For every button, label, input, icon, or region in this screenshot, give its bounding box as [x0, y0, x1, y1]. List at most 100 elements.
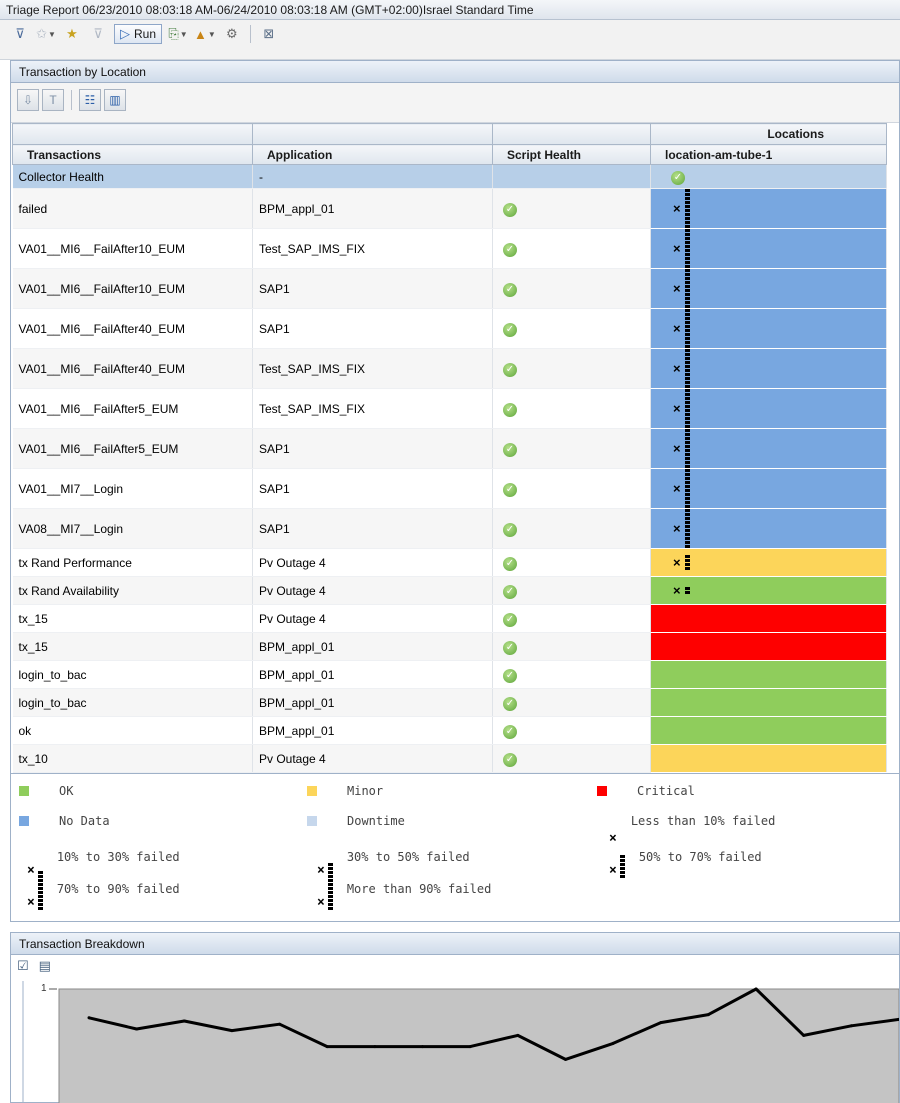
transaction-name[interactable]: VA08__MI7__Login	[12, 508, 253, 549]
table-row[interactable]: tx_15 Pv Outage 4 ✓	[12, 604, 887, 633]
run-button[interactable]: ▷ Run	[114, 24, 163, 44]
application-name: Test_SAP_IMS_FIX	[252, 388, 493, 429]
column-header-location[interactable]: location-am-tube-1	[650, 144, 887, 165]
legend-70-90: × 70% to 90% failed	[27, 879, 180, 910]
transaction-name[interactable]: tx_15	[12, 632, 253, 661]
location-status-cell[interactable]: ×	[650, 548, 887, 577]
legend-swatch-downtime	[307, 816, 317, 826]
failed-x-icon: ×	[673, 241, 681, 256]
application-name: Pv Outage 4	[252, 744, 493, 773]
text-icon[interactable]: T	[42, 89, 64, 111]
script-health-cell: ✓	[492, 508, 651, 549]
table-row[interactable]: VA01__MI7__Login SAP1 ✓ ×	[12, 468, 887, 509]
settings-icon[interactable]: ⚙	[222, 24, 242, 44]
location-status-cell[interactable]	[650, 716, 887, 745]
table-row[interactable]: VA01__MI6__FailAfter10_EUM Test_SAP_IMS_F…	[12, 228, 887, 269]
filter-icon[interactable]: ⊽	[88, 24, 108, 44]
table-row[interactable]: VA01__MI6__FailAfter40_EUM SAP1 ✓ ×	[12, 308, 887, 349]
column-header-transactions[interactable]: Transactions	[12, 144, 253, 165]
transaction-name[interactable]: tx Rand Performance	[12, 548, 253, 577]
location-status-cell[interactable]: ×	[650, 508, 887, 549]
window-title: Triage Report 06/23/2010 08:03:18 AM-06/…	[0, 0, 900, 20]
edit-chart-icon[interactable]: ☑	[17, 958, 29, 976]
collector-health-row[interactable]: Collector Health - ✓	[12, 164, 887, 189]
table-row[interactable]: VA01__MI6__FailAfter5_EUM SAP1 ✓ ×	[12, 428, 887, 469]
table-row[interactable]: tx Rand Availability Pv Outage 4 ✓ ×	[12, 576, 887, 605]
add-favorite-icon[interactable]: ★	[62, 24, 82, 44]
alerts-icon[interactable]: ▲ ▼	[194, 24, 216, 44]
data-point	[373, 1045, 377, 1049]
favorites-icon[interactable]: ✩ ▼	[36, 24, 56, 44]
table-row[interactable]: failed BPM_appl_01 ✓ ×	[12, 188, 887, 229]
table-row[interactable]: VA01__MI6__FailAfter10_EUM SAP1 ✓ ×	[12, 268, 887, 309]
transaction-name[interactable]: VA01__MI7__Login	[12, 468, 253, 509]
transaction-name[interactable]: VA01__MI6__FailAfter40_EUM	[12, 308, 253, 349]
transaction-name[interactable]: tx Rand Availability	[12, 576, 253, 605]
location-status-cell[interactable]	[650, 632, 887, 661]
location-status-cell[interactable]: ×	[650, 188, 887, 229]
transaction-name[interactable]: failed	[12, 188, 253, 229]
legend-label: 50% to 70% failed	[638, 850, 762, 864]
filter-clear-icon[interactable]: ⊽	[10, 24, 30, 44]
location-status-cell[interactable]: ×	[650, 348, 887, 389]
application-name: Test_SAP_IMS_FIX	[252, 348, 493, 389]
check-icon: ✓	[503, 362, 517, 377]
panel-toolbar-separator	[71, 90, 72, 110]
location-status-cell[interactable]: ×	[650, 428, 887, 469]
transaction-name[interactable]: VA01__MI6__FailAfter40_EUM	[12, 348, 253, 389]
location-status-cell[interactable]	[650, 688, 887, 717]
location-status-cell[interactable]: ×	[650, 468, 887, 509]
export-icon[interactable]: ⎘ ▼	[168, 24, 188, 44]
header-spacer	[252, 123, 493, 145]
chart-settings-icon[interactable]: ▤	[39, 958, 51, 976]
table-row[interactable]: VA01__MI6__FailAfter40_EUM Test_SAP_IMS_F…	[12, 348, 887, 389]
table-row[interactable]: tx Rand Performance Pv Outage 4 ✓ ×	[12, 548, 887, 577]
location-status-cell[interactable]	[650, 744, 887, 773]
check-icon: ✓	[503, 322, 517, 337]
failed-bars-icon	[684, 555, 690, 570]
legend-nodata: No Data	[19, 814, 110, 828]
panel-title: Transaction Breakdown	[11, 933, 899, 955]
table-row[interactable]: login_to_bac BPM_appl_01 ✓	[12, 660, 887, 689]
transaction-name[interactable]: login_to_bac	[12, 660, 253, 689]
table-row[interactable]: VA08__MI7__Login SAP1 ✓ ×	[12, 508, 887, 549]
y-tick-label: 1	[41, 983, 47, 994]
table-row[interactable]: login_to_bac BPM_appl_01 ✓	[12, 688, 887, 717]
transaction-by-location-panel: Transaction by Location ⇩ T ☷ ▥ Location…	[10, 60, 900, 922]
location-status-cell[interactable]: ×	[650, 268, 887, 309]
application-name: Pv Outage 4	[252, 604, 493, 633]
location-status-cell[interactable]	[650, 604, 887, 633]
legend-icon[interactable]: ☷	[79, 89, 101, 111]
script-health-cell: ✓	[492, 660, 651, 689]
script-health-cell: ✓	[492, 688, 651, 717]
drill-down-icon[interactable]: ⇩	[17, 89, 39, 111]
clear-filter-icon[interactable]: ⊠	[259, 24, 279, 44]
application-name: BPM_appl_01	[252, 660, 493, 689]
script-health-cell: ✓	[492, 632, 651, 661]
transaction-name[interactable]: tx_10	[12, 744, 253, 773]
location-status-cell[interactable]: ×	[650, 228, 887, 269]
toolbar-separator	[249, 25, 251, 43]
script-health-cell: ✓	[492, 348, 651, 389]
transaction-name[interactable]: VA01__MI6__FailAfter10_EUM	[12, 228, 253, 269]
column-chooser-icon[interactable]: ▥	[104, 89, 126, 111]
transaction-name[interactable]: VA01__MI6__FailAfter5_EUM	[12, 428, 253, 469]
transaction-name[interactable]: VA01__MI6__FailAfter5_EUM	[12, 388, 253, 429]
location-status-cell[interactable]: ×	[650, 308, 887, 349]
application-name: SAP1	[252, 428, 493, 469]
transaction-name[interactable]: login_to_bac	[12, 688, 253, 717]
table-row[interactable]: VA01__MI6__FailAfter5_EUM Test_SAP_IMS_FI…	[12, 388, 887, 429]
table-row[interactable]: ok BPM_appl_01 ✓	[12, 716, 887, 745]
transaction-name[interactable]: tx_15	[12, 604, 253, 633]
location-status-cell[interactable]: ×	[650, 388, 887, 429]
location-status-cell[interactable]	[650, 660, 887, 689]
table-row[interactable]: tx_10 Pv Outage 4 ✓	[12, 744, 887, 773]
table-row[interactable]: tx_15 BPM_appl_01 ✓	[12, 632, 887, 661]
transaction-name[interactable]: VA01__MI6__FailAfter10_EUM	[12, 268, 253, 309]
location-status-cell[interactable]: ×	[650, 576, 887, 605]
transaction-name[interactable]: ok	[12, 716, 253, 745]
column-header-script-health[interactable]: Script Health	[492, 144, 651, 165]
legend-label: No Data	[59, 814, 110, 828]
script-health-cell: ✓	[492, 744, 651, 773]
column-header-application[interactable]: Application	[252, 144, 493, 165]
